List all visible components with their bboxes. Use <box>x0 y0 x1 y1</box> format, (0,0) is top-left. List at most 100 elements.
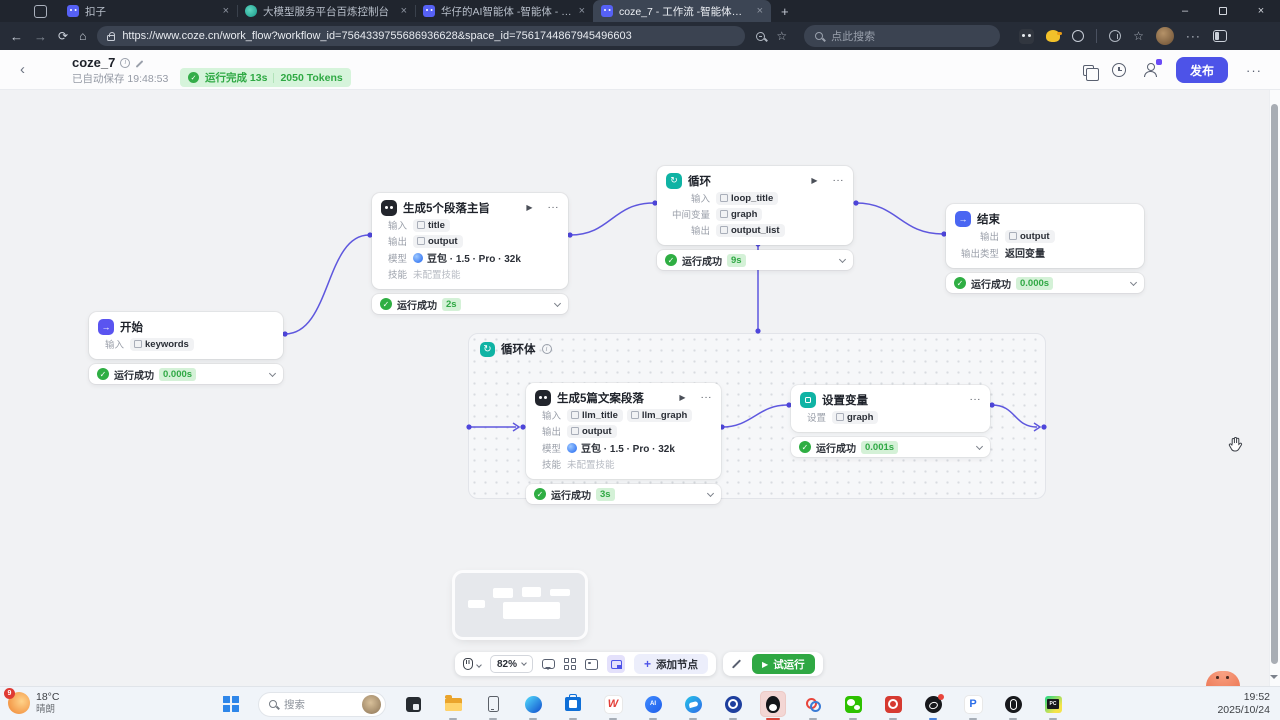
tab-close-icon[interactable]: × <box>579 5 585 17</box>
weather-widget[interactable]: 9 18°C 晴朗 <box>8 691 59 715</box>
taskbar-search-box[interactable]: 搜索 <box>258 692 386 717</box>
home-icon[interactable]: ⌂ <box>79 30 86 42</box>
media-control-icon[interactable] <box>1109 30 1121 42</box>
p-logo-app-icon[interactable]: P <box>960 691 986 717</box>
new-tab-button[interactable]: + <box>781 4 789 19</box>
minimize-button[interactable]: – <box>1166 0 1204 22</box>
browser-tab-kouzi[interactable]: 扣子 × <box>59 0 237 22</box>
browser-tab-workflow-active[interactable]: coze_7 - 工作流 -智能体平台 × <box>593 0 771 22</box>
file-explorer-icon[interactable] <box>440 691 466 717</box>
llm-node-card[interactable]: 生成5篇文案段落 ▶ ··· 输入 llm_title llm_graph 输出… <box>526 383 721 479</box>
recorder-app-icon[interactable] <box>920 691 946 717</box>
browser-logo-icon[interactable] <box>34 5 47 18</box>
chevron-down-icon[interactable] <box>476 662 482 668</box>
back-button[interactable]: ‹ <box>20 61 25 78</box>
node-more-icon[interactable]: ··· <box>833 175 845 186</box>
chevron-down-icon[interactable] <box>269 369 276 376</box>
node-run-status[interactable]: ✓ 运行成功 2s <box>372 294 568 314</box>
user-avatar[interactable] <box>1156 27 1174 45</box>
red-ring-app-icon[interactable] <box>880 691 906 717</box>
node-run-status[interactable]: ✓ 运行成功 9s <box>657 250 853 270</box>
chevron-down-icon[interactable] <box>839 255 846 262</box>
start-node-card[interactable]: → 开始 输入 keywords <box>89 312 283 359</box>
workflow-canvas[interactable]: ↻ 循环体 i → <box>0 90 1280 686</box>
pan-tool-icon[interactable] <box>463 658 473 670</box>
edit-icon[interactable] <box>136 60 144 68</box>
pycharm-icon[interactable] <box>1040 691 1066 717</box>
browser-tab-agent[interactable]: 华仔的AI智能体 -智能体 - 扣子 × <box>415 0 593 22</box>
llm-node-card[interactable]: 生成5个段落主旨 ▶ ··· 输入 title 输出 output 模型 豆包 … <box>372 193 568 289</box>
chevron-down-icon[interactable] <box>976 442 983 449</box>
collections-icon[interactable]: ☆ <box>1133 29 1144 43</box>
edge-browser-icon[interactable] <box>520 691 546 717</box>
history-icon[interactable] <box>1112 63 1126 77</box>
assistant-mascot[interactable] <box>1206 671 1240 686</box>
node-run-status[interactable]: ✓ 运行成功 3s <box>526 484 721 504</box>
scrollbar-thumb[interactable] <box>1271 104 1278 664</box>
auto-layout-icon[interactable] <box>564 658 576 670</box>
chevron-down-icon[interactable] <box>707 489 714 496</box>
run-node-icon[interactable]: ▶ <box>526 203 532 212</box>
forward-icon[interactable]: → <box>34 30 47 43</box>
end-node-card[interactable]: → 结束 输出 output 输出类型 返回变量 <box>946 204 1144 268</box>
back-icon[interactable]: ← <box>10 30 23 43</box>
browser-search-box[interactable]: 点此搜索 <box>804 25 1000 47</box>
node-run-status[interactable]: ✓ 运行成功 0.000s <box>946 273 1144 293</box>
optimize-icon[interactable] <box>731 658 743 670</box>
zoom-out-icon[interactable] <box>756 32 765 41</box>
blue-ring-app-icon[interactable] <box>720 691 746 717</box>
minimap-toggle-active[interactable] <box>607 655 625 673</box>
loop-node-card[interactable]: ↻ 循环 ▶ ··· 输入 loop_title 中间变量 graph 输出 o… <box>657 166 853 245</box>
browser-tab-bailian[interactable]: 大模型服务平台百炼控制台 × <box>237 0 415 22</box>
header-more-icon[interactable]: ··· <box>1246 63 1262 78</box>
run-status-badge[interactable]: ✓ 运行完成 13s 2050 Tokens <box>180 68 351 87</box>
comment-icon[interactable] <box>542 659 555 669</box>
extension-duck-icon[interactable] <box>1046 30 1060 42</box>
phone-link-icon[interactable] <box>480 691 506 717</box>
collaboration-icon[interactable] <box>1144 63 1158 77</box>
node-more-icon[interactable]: ··· <box>701 392 713 403</box>
scrollbar-track[interactable] <box>1269 90 1280 686</box>
microsoft-store-icon[interactable] <box>560 691 586 717</box>
test-run-button[interactable]: ▶ 试运行 <box>752 654 815 674</box>
qq-icon-active[interactable] <box>760 691 786 717</box>
start-button[interactable] <box>218 691 244 717</box>
run-node-icon[interactable]: ▶ <box>811 176 817 185</box>
node-more-icon[interactable]: ··· <box>548 202 560 213</box>
address-bar[interactable]: https://www.coze.cn/work_flow?workflow_i… <box>97 26 745 46</box>
chevron-down-icon[interactable] <box>1130 278 1137 285</box>
publish-button[interactable]: 发布 <box>1176 57 1228 83</box>
tab-close-icon[interactable]: × <box>757 5 763 17</box>
wechat-icon[interactable] <box>840 691 866 717</box>
tab-close-icon[interactable]: × <box>223 5 229 17</box>
setvar-node-card[interactable]: 设置变量 ··· 设置 graph <box>791 385 990 432</box>
reload-icon[interactable]: ⟳ <box>58 30 68 42</box>
info-icon[interactable]: i <box>120 58 130 68</box>
taskbar-clock[interactable]: 19:52 2025/10/24 <box>1217 691 1270 717</box>
bookmark-star-icon[interactable]: ☆ <box>776 29 787 43</box>
node-more-icon[interactable]: ··· <box>970 394 982 405</box>
browser-menu-icon[interactable]: ··· <box>1186 29 1201 43</box>
run-node-icon[interactable]: ▶ <box>679 393 685 402</box>
node-run-status[interactable]: ✓ 运行成功 0.000s <box>89 364 283 384</box>
restore-button[interactable] <box>1204 0 1242 22</box>
tab-close-icon[interactable]: × <box>401 5 407 17</box>
node-run-status[interactable]: ✓ 运行成功 0.001s <box>791 437 990 457</box>
extension-circle-icon[interactable] <box>1072 30 1084 42</box>
task-view-button[interactable] <box>400 691 426 717</box>
close-button[interactable]: × <box>1242 0 1280 22</box>
chevron-down-icon[interactable] <box>554 299 561 306</box>
export-image-icon[interactable] <box>585 659 598 670</box>
color-circles-app-icon[interactable] <box>800 691 826 717</box>
scrollbar-down-arrow[interactable] <box>1270 675 1278 683</box>
zoom-level-select[interactable]: 82% <box>490 655 533 673</box>
quark-browser-icon[interactable]: AI <box>640 691 666 717</box>
minimap[interactable] <box>455 573 585 637</box>
extension-panda-icon[interactable] <box>1019 29 1034 44</box>
wps-office-icon[interactable]: W <box>600 691 626 717</box>
sidebar-toggle-icon[interactable] <box>1213 30 1227 42</box>
blue-bird-app-icon[interactable] <box>680 691 706 717</box>
duplicate-icon[interactable] <box>1083 65 1094 76</box>
black-o-app-icon[interactable] <box>1000 691 1026 717</box>
add-node-button[interactable]: + 添加节点 <box>634 654 708 674</box>
